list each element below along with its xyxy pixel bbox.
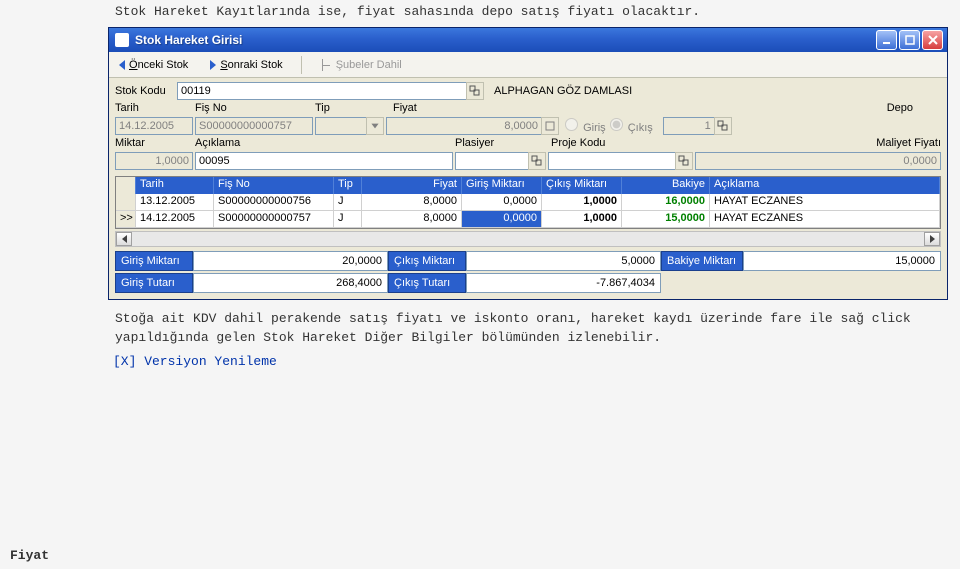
cikis-miktar-label: Çıkış Miktarı [388, 251, 466, 271]
cikis-tutar-value: -7.867,4034 [466, 273, 661, 293]
hareket-grid: Tarih Fiş No Tip Fiyat Giriş Miktarı Çık… [115, 176, 941, 229]
fisno-input [195, 117, 313, 135]
doc-intro-text: Stok Hareket Kayıtlarında ise, fiyat sah… [0, 0, 960, 27]
tip-input [315, 117, 367, 135]
prev-stok-button[interactable]: Önceki Stok [115, 57, 192, 73]
fisno-label: Fiş No [195, 102, 315, 114]
giris-tutar-value: 268,4000 [193, 273, 388, 293]
maliyet-input [695, 152, 941, 170]
plasiyer-input[interactable] [455, 152, 529, 170]
col-cikis[interactable]: Çıkış Miktarı [542, 177, 622, 194]
proje-input[interactable] [548, 152, 676, 170]
close-button[interactable] [922, 30, 943, 50]
form-area: Stok Kodu ALPHAGAN GÖZ DAMLASI Tarih Fiş… [109, 78, 947, 174]
branch-icon [320, 59, 332, 71]
maliyet-label: Maliyet Fiyatı [701, 137, 941, 149]
maximize-button[interactable] [899, 30, 920, 50]
fiyat-lookup-button[interactable] [541, 117, 559, 135]
minimize-button[interactable] [876, 30, 897, 50]
depo-lookup-button[interactable] [714, 117, 732, 135]
col-fisno[interactable]: Fiş No [214, 177, 334, 194]
giris-radio[interactable]: Giriş [565, 118, 606, 134]
fiyat-label: Fiyat [393, 102, 551, 114]
cikis-radio[interactable]: Çıkış [610, 118, 653, 134]
summary-area: Giriş Miktarı 20,0000 Çıkış Miktarı 5,00… [115, 251, 941, 293]
cikis-tutar-label: Çıkış Tutarı [388, 273, 466, 293]
plasiyer-lookup-button[interactable] [528, 152, 546, 170]
depo-label: Depo [707, 102, 941, 114]
giris-tutar-label: Giriş Tutarı [115, 273, 193, 293]
doc-bottom-text: [X] Versiyon Yenileme [0, 352, 960, 373]
doc-side-label: Fiyat [10, 548, 49, 563]
stok-adi-display: ALPHAGAN GÖZ DAMLASI [490, 85, 636, 97]
grid-body: 13.12.2005 S00000000000756 J 8,0000 0,00… [116, 194, 940, 228]
cikis-miktar-value: 5,0000 [466, 251, 661, 271]
arrow-left-icon [119, 60, 125, 70]
window-title: Stok Hareket Girisi [135, 33, 874, 47]
proje-lookup-button[interactable] [675, 152, 693, 170]
doc-mid-text: Stoğa ait KDV dahil perakende satış fiya… [0, 300, 960, 352]
giris-miktar-label: Giriş Miktarı [115, 251, 193, 271]
aciklama-label: Açıklama [195, 137, 455, 149]
col-tarih[interactable]: Tarih [136, 177, 214, 194]
stok-kodu-lookup-button[interactable] [466, 82, 484, 100]
miktar-label: Miktar [115, 137, 195, 149]
next-stok-button[interactable]: Sonraki Stok [206, 57, 286, 73]
bakiye-miktar-label: Bakiye Miktarı [661, 251, 743, 271]
fiyat-input [386, 117, 542, 135]
table-row[interactable]: 13.12.2005 S00000000000756 J 8,0000 0,00… [116, 194, 940, 211]
plasiyer-label: Plasiyer [455, 137, 551, 149]
depo-input [663, 117, 715, 135]
aciklama-input[interactable] [195, 152, 453, 170]
table-row[interactable]: >> 14.12.2005 S00000000000757 J 8,0000 0… [116, 211, 940, 228]
toolbar-separator [301, 56, 302, 74]
proje-label: Proje Kodu [551, 137, 701, 149]
tip-label: Tip [315, 102, 393, 114]
miktar-input [115, 152, 193, 170]
stok-hareket-window: Stok Hareket Girisi Önceki Stok Sonraki … [108, 27, 948, 300]
giris-cikis-radios: Giriş Çıkış [559, 118, 659, 134]
tarih-input [115, 117, 193, 135]
scroll-right-button[interactable] [924, 232, 940, 246]
arrow-right-icon [210, 60, 216, 70]
app-icon [115, 33, 129, 47]
grid-header: Tarih Fiş No Tip Fiyat Giriş Miktarı Çık… [116, 177, 940, 194]
tip-dropdown-button[interactable] [366, 117, 384, 135]
col-aciklama[interactable]: Açıklama [710, 177, 940, 194]
titlebar: Stok Hareket Girisi [109, 28, 947, 52]
bakiye-miktar-value: 15,0000 [743, 251, 941, 271]
col-bakiye[interactable]: Bakiye [622, 177, 710, 194]
horizontal-scrollbar[interactable] [115, 231, 941, 247]
tarih-label: Tarih [115, 102, 195, 114]
giris-miktar-value: 20,0000 [193, 251, 388, 271]
toolbar: Önceki Stok Sonraki Stok Şubeler Dahil [109, 52, 947, 78]
stok-kodu-input[interactable] [177, 82, 467, 100]
stok-kodu-label: Stok Kodu [115, 85, 177, 97]
scroll-left-button[interactable] [116, 232, 132, 246]
col-tip[interactable]: Tip [334, 177, 362, 194]
col-giris[interactable]: Giriş Miktarı [462, 177, 542, 194]
col-fiyat[interactable]: Fiyat [362, 177, 462, 194]
subeler-dahil-button[interactable]: Şubeler Dahil [316, 57, 406, 73]
